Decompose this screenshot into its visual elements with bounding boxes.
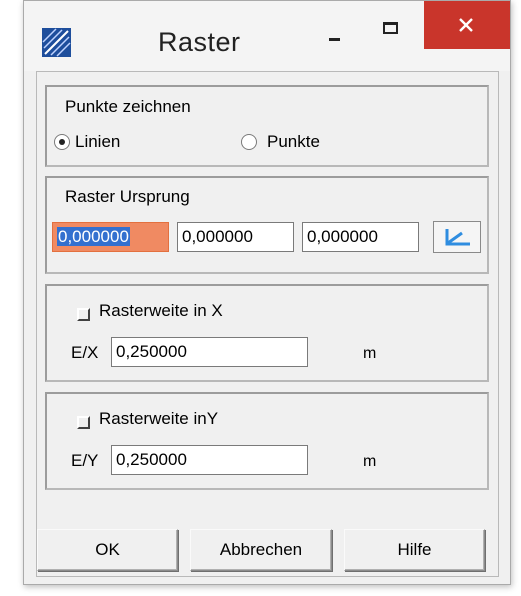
raster-dialog: Raster Punkte zeichnen Linien Punkte Ras… [23,0,511,585]
raster-app-icon [42,28,71,57]
raster-origin-group: Raster Ursprung 0,000000 0,000000 0,0000… [45,176,489,274]
spacing-y-axis-label: E/Y [71,451,99,470]
minimize-button[interactable] [318,9,354,49]
radio-punkte[interactable] [241,134,257,150]
spacing-y-checkbox[interactable] [77,416,90,429]
spacing-x-checkbox-label[interactable]: Rasterweite in X [99,301,223,321]
raster-origin-label: Raster Ursprung [65,187,190,206]
close-button[interactable] [424,1,510,49]
spacing-y-input[interactable]: 0,250000 [111,445,308,475]
spacing-y-group: Rasterweite inY E/Y 0,250000 m [45,392,489,490]
spacing-x-input[interactable]: 0,250000 [111,337,308,367]
spacing-x-group: Rasterweite in X E/X 0,250000 m [45,284,489,382]
ok-button[interactable]: OK [37,529,178,571]
spacing-x-axis-label: E/X [71,343,99,362]
spacing-y-unit: m [363,453,377,470]
origin-x-input[interactable]: 0,000000 [52,222,169,252]
radio-linien-label[interactable]: Linien [75,132,120,152]
close-icon [459,18,473,32]
draw-mode-group: Punkte zeichnen Linien Punkte [45,85,489,167]
spacing-x-unit: m [363,345,377,362]
spacing-x-checkbox[interactable] [77,308,90,321]
cancel-button[interactable]: Abbrechen [190,529,332,571]
pick-origin-icon [445,229,470,246]
spacing-y-checkbox-label[interactable]: Rasterweite inY [99,409,218,429]
origin-y-input[interactable]: 0,000000 [177,222,294,252]
radio-punkte-label[interactable]: Punkte [267,132,320,152]
draw-mode-label: Punkte zeichnen [65,97,191,116]
radio-linien[interactable] [54,134,70,150]
pick-origin-button[interactable] [433,221,481,253]
window-title: Raster [158,27,241,57]
dialog-body: Punkte zeichnen Linien Punkte Raster Urs… [36,71,499,577]
origin-z-input[interactable]: 0,000000 [302,222,419,252]
title-bar[interactable]: Raster [24,1,510,71]
maximize-button[interactable] [369,9,414,49]
help-button[interactable]: Hilfe [344,529,485,571]
origin-x-value: 0,000000 [57,227,130,246]
